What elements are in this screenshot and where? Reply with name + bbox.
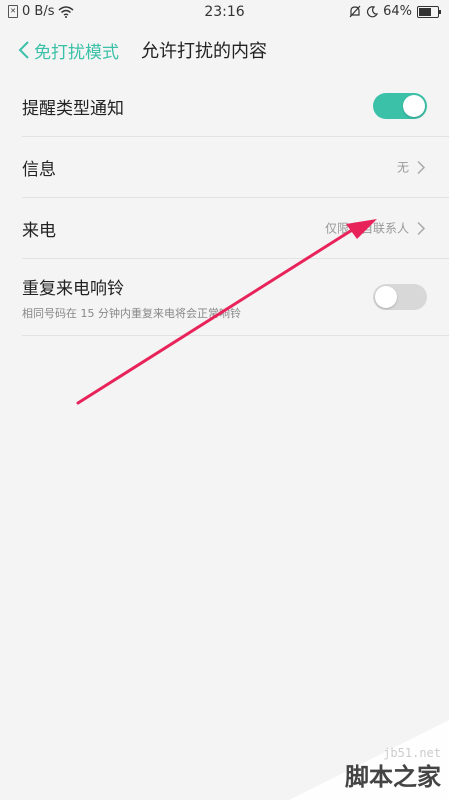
reminder-toggle[interactable] [373, 93, 427, 119]
row-right [373, 93, 427, 119]
toggle-knob [403, 95, 425, 117]
settings-list: 提醒类型通知 信息 无 来电 仅限来自联系人 重复来电响铃 相同号码在 15 分… [0, 76, 449, 336]
row-subtitle: 相同号码在 15 分钟内重复来电将会正常响铃 [22, 306, 241, 320]
row-value: 仅限来自联系人 [324, 221, 409, 236]
header: 免打扰模式 允许打扰的内容 [0, 24, 449, 76]
chevron-left-icon [18, 41, 29, 59]
chevron-right-icon [417, 160, 426, 174]
moon-icon [367, 5, 379, 17]
row-right: 仅限来自联系人 [325, 220, 427, 237]
watermark: jb51.net 脚本之家 [289, 720, 449, 800]
row-label: 来电 [22, 220, 56, 241]
page-title: 允许打扰的内容 [141, 41, 267, 62]
row-repeat-calls[interactable]: 重复来电响铃 相同号码在 15 分钟内重复来电将会正常响铃 [22, 259, 449, 336]
chevron-right-icon [417, 221, 426, 235]
toggle-knob [375, 286, 397, 308]
row-label: 提醒类型通知 [22, 98, 124, 119]
row-value: 无 [396, 160, 409, 175]
battery-percent: 64% [383, 4, 412, 19]
row-right [373, 284, 427, 310]
row-label: 信息 [22, 159, 56, 180]
repeat-calls-toggle[interactable] [373, 284, 427, 310]
watermark-brand: 脚本之家 [345, 763, 441, 791]
row-text: 重复来电响铃 相同号码在 15 分钟内重复来电将会正常响铃 [22, 274, 241, 321]
back-button[interactable]: 免打扰模式 [18, 38, 119, 63]
status-right: 64% [349, 4, 441, 19]
battery-icon [417, 5, 441, 18]
back-label: 免打扰模式 [34, 42, 119, 63]
row-right: 无 [397, 159, 427, 176]
row-reminder-notifications[interactable]: 提醒类型通知 [22, 76, 449, 137]
bell-mute-icon [349, 5, 361, 18]
row-label: 重复来电响铃 [22, 278, 124, 299]
row-messages[interactable]: 信息 无 [22, 137, 449, 198]
status-bar: ✕ 0 B/s 23:16 64% [0, 0, 449, 24]
row-calls[interactable]: 来电 仅限来自联系人 [22, 198, 449, 259]
